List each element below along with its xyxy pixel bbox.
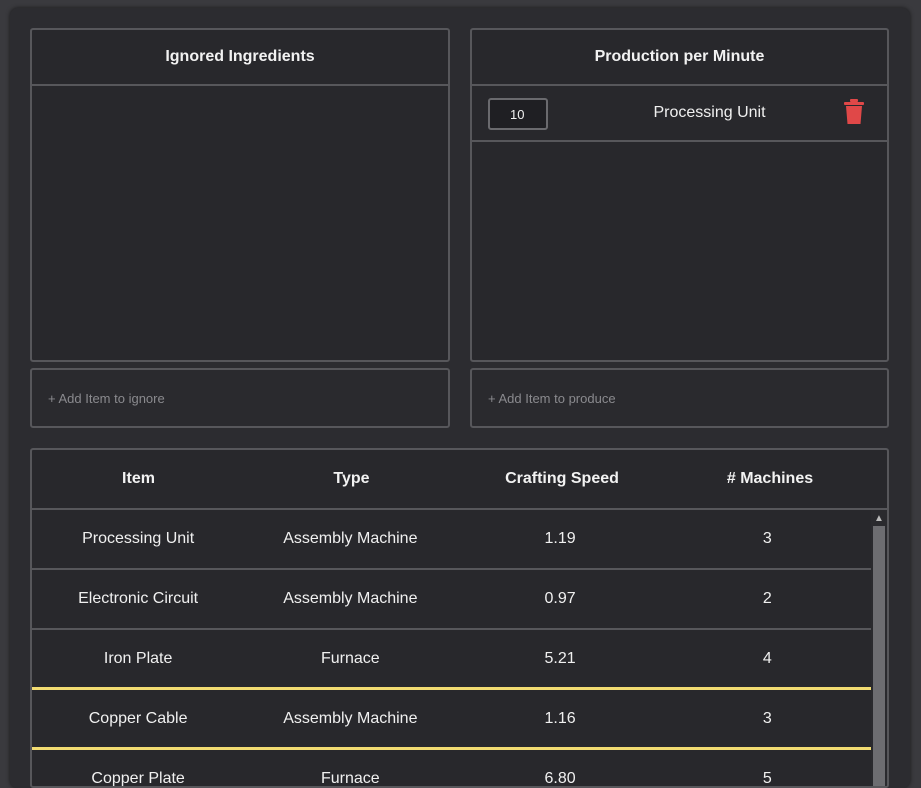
cell-item: Copper Plate [91, 770, 185, 787]
table-scrollbar[interactable]: ▲ [871, 510, 887, 786]
table-body: Processing Unit Assembly Machine 1.19 3 … [32, 510, 871, 786]
add-ignore-item-field[interactable]: + Add Item to ignore [30, 368, 450, 428]
column-header-crafting-speed: Crafting Speed [505, 470, 619, 487]
cell-type: Assembly Machine [283, 590, 418, 607]
table-row[interactable]: Processing Unit Assembly Machine 1.19 3 [32, 510, 871, 570]
cell-crafting-speed: 1.19 [544, 530, 576, 547]
production-item-row: Processing Unit [472, 86, 887, 142]
ignored-ingredients-title: Ignored Ingredients [32, 30, 448, 86]
trash-icon[interactable] [843, 99, 865, 125]
add-produce-item-field[interactable]: + Add Item to produce [470, 368, 889, 428]
machines-table: Item Type Crafting Speed # Machines Proc… [30, 448, 889, 788]
cell-machines: 4 [762, 649, 772, 667]
column-header-item: Item [122, 470, 155, 487]
cell-crafting-speed: 0.97 [544, 590, 576, 607]
production-quantity-input[interactable] [488, 98, 548, 130]
cell-item: Electronic Circuit [78, 590, 199, 607]
table-header: Item Type Crafting Speed # Machines [32, 450, 887, 510]
cell-crafting-speed: 6.80 [544, 770, 576, 787]
production-item-name: Processing Unit [653, 104, 766, 121]
planner-card: Ignored Ingredients + Add Item to ignore… [10, 8, 910, 788]
table-row[interactable]: Electronic Circuit Assembly Machine 0.97… [32, 570, 871, 630]
column-header-type: Type [333, 470, 370, 487]
ignored-ingredients-panel: Ignored Ingredients [30, 28, 450, 362]
cell-machines: 3 [762, 530, 772, 547]
table-row-highlighted[interactable]: Copper Cable Assembly Machine 1.16 3 [32, 690, 871, 750]
cell-crafting-speed: 5.21 [544, 649, 576, 667]
column-header-machines: # Machines [726, 470, 814, 487]
chevron-up-icon[interactable]: ▲ [871, 510, 887, 526]
cell-item: Processing Unit [82, 530, 195, 547]
cell-type: Assembly Machine [283, 530, 418, 547]
cell-type: Furnace [321, 770, 380, 787]
production-title: Production per Minute [472, 30, 887, 86]
cell-type: Assembly Machine [283, 709, 418, 727]
table-row[interactable]: Copper Plate Furnace 6.80 5 [32, 750, 871, 787]
table-row[interactable]: Iron Plate Furnace 5.21 4 [32, 630, 871, 690]
cell-item: Iron Plate [103, 649, 173, 667]
scrollbar-thumb[interactable] [873, 526, 885, 786]
cell-machines: 3 [762, 709, 772, 727]
cell-crafting-speed: 1.16 [544, 709, 576, 727]
production-panel: Production per Minute Processing Unit [470, 28, 889, 362]
cell-machines: 5 [762, 770, 772, 787]
cell-type: Furnace [321, 649, 380, 667]
cell-machines: 2 [762, 590, 772, 607]
cell-item: Copper Cable [88, 709, 188, 727]
